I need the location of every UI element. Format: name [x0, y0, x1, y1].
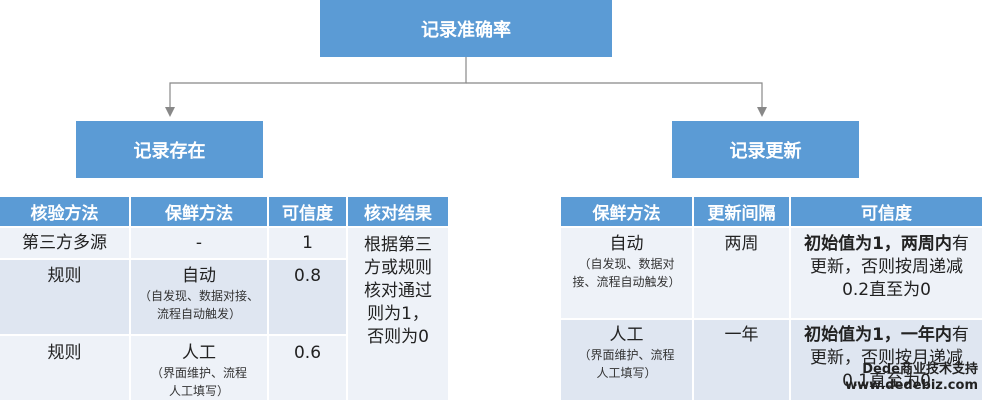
fresh-method-main: 自动	[182, 266, 216, 286]
table-row-cell: 两周	[694, 228, 789, 318]
node-record-accuracy: 记录准确率	[320, 0, 612, 57]
table-row-cell: 自动 （自发现、数据对接、流程自动触发）	[131, 260, 267, 334]
watermark: Dede商业技术支持 www.dedebiz.com	[845, 362, 978, 394]
table-row-cell: 人工 （界面维护、流程人工填写）	[561, 320, 692, 400]
table-row-cell: 人工 （界面维护、流程人工填写）	[131, 336, 267, 400]
connector-line	[466, 82, 763, 108]
table-row-cell: -	[131, 228, 267, 258]
left-header-check-result: 核对结果	[348, 197, 448, 226]
table-row-cell: 0.6	[269, 336, 346, 400]
table-row-cell: 0.8	[269, 260, 346, 334]
table-row-cell: 初始值为1，两周内有更新，否则按周递减0.2直至为0	[791, 228, 982, 318]
node-record-exists: 记录存在	[76, 121, 263, 178]
table-row-cell: 1	[269, 228, 346, 258]
fresh-method-detail: （自发现、数据对接、流程自动触发）	[139, 289, 260, 321]
left-header-credibility: 可信度	[269, 197, 346, 226]
node-record-update: 记录更新	[672, 121, 859, 178]
watermark-line: www.dedebiz.com	[845, 378, 978, 393]
left-header-verify-method: 核验方法	[0, 197, 129, 226]
connector-line	[169, 57, 467, 108]
credibility-initial: 初始值为1，两周内	[804, 234, 952, 254]
table-row-cell: 一年	[694, 320, 789, 400]
left-header-fresh-method: 保鲜方法	[131, 197, 267, 226]
fresh-method-main: 自动	[609, 234, 644, 254]
credibility-initial: 初始值为1，一年内	[804, 325, 952, 345]
table-row-cell: 第三方多源	[0, 228, 129, 258]
check-result-cell: 根据第三方或规则核对通过则为1，否则为0	[348, 228, 448, 400]
fresh-method-detail: （界面维护、流程人工填写）	[578, 348, 675, 380]
right-header-fresh-method: 保鲜方法	[561, 197, 692, 226]
table-row-cell: 自动 （自发现、数据对接、流程自动触发）	[561, 228, 692, 318]
fresh-method-main: 人工	[609, 325, 644, 345]
fresh-method-main: 人工	[182, 343, 216, 363]
arrow-head	[165, 107, 175, 117]
fresh-method-detail: （自发现、数据对接、流程自动触发）	[572, 257, 681, 289]
table-row-cell: 规则	[0, 336, 129, 400]
arrow-head	[757, 107, 767, 117]
fresh-method-detail: （界面维护、流程人工填写）	[150, 366, 247, 398]
right-header-update-interval: 更新间隔	[694, 197, 789, 226]
watermark-line: Dede商业技术支持	[862, 362, 978, 377]
right-header-credibility: 可信度	[791, 197, 982, 226]
table-row-cell: 规则	[0, 260, 129, 334]
